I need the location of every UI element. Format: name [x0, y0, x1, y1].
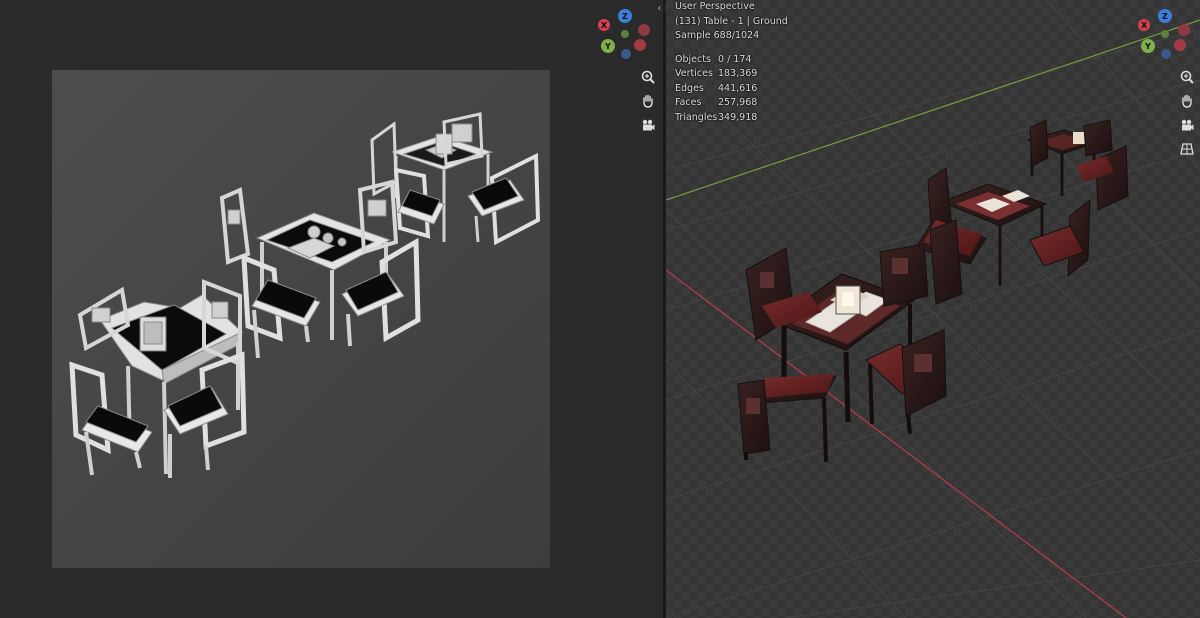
stat-label: Faces	[675, 97, 702, 108]
camera-icon[interactable]	[637, 114, 659, 136]
svg-text:X: X	[1141, 21, 1148, 30]
active-object-label: (131) Table - 1 | Ground	[675, 15, 788, 27]
stat-row: Faces 257,968	[675, 96, 788, 111]
clay-scene	[69, 112, 541, 478]
stat-value: 183,369	[718, 68, 758, 79]
svg-text:Z: Z	[622, 12, 628, 21]
stat-label: Edges	[675, 82, 704, 94]
zoom-icon[interactable]	[1176, 66, 1198, 88]
clay-table-group-back	[370, 112, 541, 246]
scene-statistics: Objects 0 / 174 Vertices 183,369 Edges 4…	[675, 53, 788, 126]
stat-label: Triangles	[675, 111, 718, 123]
hand-pan-icon[interactable]	[637, 90, 659, 112]
stat-row: Edges 441,616	[675, 82, 788, 97]
left-3d-viewport[interactable]: Z X Y	[0, 0, 663, 618]
viewport-overlay-info: User Perspective (131) Table - 1 | Groun…	[675, 0, 788, 125]
clay-render-preview	[52, 70, 550, 568]
gizmo-z-neg	[621, 49, 631, 59]
clay-table-group-middle	[219, 179, 421, 359]
gizmo-y-neg	[621, 30, 629, 38]
svg-text:Y: Y	[604, 42, 611, 51]
camera-icon[interactable]	[1176, 114, 1198, 136]
gizmo-x-neg	[1178, 24, 1190, 36]
stat-row: Triangles 349,918	[675, 111, 788, 126]
zoom-icon[interactable]	[637, 66, 659, 88]
stat-label: Vertices	[675, 68, 713, 79]
svg-text:Z: Z	[1162, 12, 1168, 21]
stat-label: Objects	[675, 53, 711, 65]
stat-row: Objects 0 / 174	[675, 53, 788, 68]
stat-row: Vertices 183,369	[675, 67, 788, 82]
navigation-gizmo-right[interactable]: Z X Y	[1136, 4, 1196, 64]
navigation-gizmo-left[interactable]: Z X Y	[596, 4, 656, 64]
gizmo-neg-x-dot	[1174, 39, 1186, 51]
gizmo-neg-x-dot	[634, 39, 646, 51]
render-sample-count: Sample 688/1024	[675, 30, 760, 41]
stat-value: 257,968	[718, 97, 758, 108]
view-name: User Perspective	[675, 1, 755, 12]
stat-value: 0 / 174	[718, 53, 752, 65]
svg-text:Y: Y	[1144, 42, 1151, 51]
stat-value: 441,616	[718, 82, 758, 94]
stat-value: 349,918	[718, 111, 758, 123]
grid-ortho-icon[interactable]	[1176, 138, 1198, 160]
hand-pan-icon[interactable]	[1176, 90, 1198, 112]
gizmo-y-neg	[1161, 30, 1169, 38]
svg-text:X: X	[601, 21, 608, 30]
gizmo-z-neg	[1161, 49, 1171, 59]
gizmo-x-neg	[638, 24, 650, 36]
clay-table-group-front	[69, 279, 247, 478]
